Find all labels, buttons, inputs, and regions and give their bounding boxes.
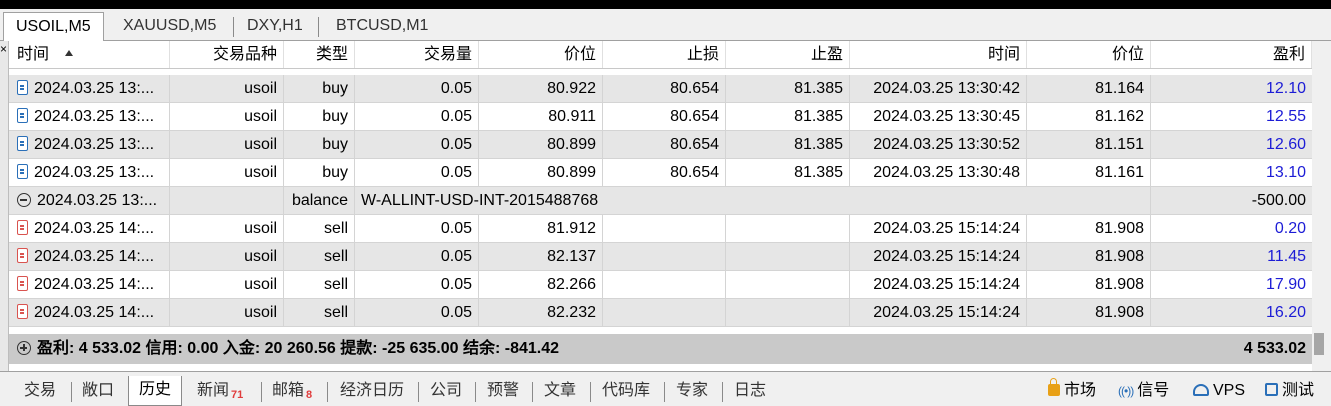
buy-deal-icon	[17, 108, 28, 123]
sell-deal-icon	[17, 304, 28, 319]
market-icon	[1048, 378, 1060, 396]
close-icon[interactable]: ×	[0, 43, 7, 55]
col-header-open-time[interactable]: 时间	[9, 41, 170, 68]
news-count-badge: 71	[231, 389, 244, 401]
tab-trade[interactable]: 交易	[24, 378, 56, 404]
table-row[interactable]: 2024.03.25 13:... usoil buy 0.05 80.911 …	[9, 103, 1312, 131]
balance-icon	[17, 193, 31, 207]
buy-deal-icon	[17, 80, 28, 95]
tab-alerts[interactable]: 预警	[487, 378, 519, 404]
table-row[interactable]: 2024.03.25 13:... usoil buy 0.05 80.899 …	[9, 159, 1312, 187]
vps-icon	[1193, 384, 1209, 396]
col-header-close-price[interactable]: 价位	[1027, 41, 1151, 68]
sell-deal-icon	[17, 276, 28, 291]
tab-history[interactable]: 历史	[128, 376, 183, 406]
chart-tab-usoil[interactable]: USOIL,M5	[3, 12, 104, 42]
signals-button[interactable]: ((•)) 信号	[1118, 378, 1169, 404]
tab-journal[interactable]: 日志	[734, 378, 766, 404]
balance-row[interactable]: 2024.03.25 13:... balance W-ALLINT-USD-I…	[9, 187, 1312, 215]
tab-economic-calendar[interactable]: 经济日历	[340, 378, 404, 404]
col-header-profit[interactable]: 盈利	[1151, 41, 1312, 68]
tab-experts[interactable]: 专家	[676, 378, 708, 404]
buy-deal-icon	[17, 136, 28, 151]
market-button[interactable]: 市场	[1048, 378, 1096, 404]
col-header-tp[interactable]: 止盈	[726, 41, 850, 68]
table-row[interactable]: 2024.03.25 14:... usoil sell 0.05 82.266…	[9, 271, 1312, 299]
col-header-symbol[interactable]: 交易品种	[170, 41, 284, 68]
sell-deal-icon	[17, 220, 28, 235]
tab-divider	[233, 17, 234, 37]
col-header-price[interactable]: 价位	[479, 41, 603, 68]
tester-button[interactable]: 测试	[1265, 378, 1314, 404]
tab-articles[interactable]: 文章	[544, 378, 576, 404]
tab-exposure[interactable]: 敞口	[82, 378, 114, 404]
mailbox-count-badge: 8	[306, 389, 313, 401]
sort-ascending-icon	[65, 50, 74, 56]
vps-button[interactable]: VPS	[1193, 378, 1245, 404]
top-bar	[0, 0, 1331, 9]
signal-icon: ((•))	[1118, 384, 1134, 398]
chart-tab-xauusd[interactable]: XAUUSD,M5	[111, 12, 228, 42]
col-header-type[interactable]: 类型	[284, 41, 355, 68]
summary-row[interactable]: 盈利: 4 533.02 信用: 0.00 入金: 20 260.56 提款: …	[9, 334, 1312, 364]
col-header-close-time[interactable]: 时间	[850, 41, 1027, 68]
tab-news[interactable]: 新闻 71	[197, 378, 243, 404]
summary-text: 盈利: 4 533.02 信用: 0.00 入金: 20 260.56 提款: …	[37, 340, 560, 357]
buy-deal-icon	[17, 164, 28, 179]
col-header-volume[interactable]: 交易量	[355, 41, 479, 68]
expand-icon[interactable]	[17, 341, 31, 355]
chart-tab-btcusd[interactable]: BTCUSD,M1	[324, 12, 440, 42]
table-row[interactable]: 2024.03.25 14:... usoil sell 0.05 81.912…	[9, 215, 1312, 243]
sell-deal-icon	[17, 248, 28, 263]
toolbox-tabs: 交易 敞口 历史 新闻 71 邮箱 8 经济日历 公司 预警 文章 代码库 专家 日…	[0, 371, 1331, 406]
tab-company[interactable]: 公司	[430, 378, 462, 404]
tester-icon	[1265, 383, 1278, 396]
scrollbar-thumb[interactable]	[1314, 333, 1324, 355]
summary-total: 4 533.02	[1243, 340, 1306, 357]
col-header-sl[interactable]: 止损	[603, 41, 726, 68]
chart-tab-dxy[interactable]: DXY,H1	[235, 12, 315, 42]
tab-divider	[318, 17, 319, 37]
table-row[interactable]: 2024.03.25 13:... usoil buy 0.05 80.899 …	[9, 131, 1312, 159]
table-header: 时间 交易品种 类型 交易量 价位 止损 止盈 时间 价位 盈利	[9, 41, 1312, 69]
table-row[interactable]: 2024.03.25 13:... usoil buy 0.05 80.922 …	[9, 75, 1312, 103]
table-row[interactable]: 2024.03.25 14:... usoil sell 0.05 82.137…	[9, 243, 1312, 271]
history-table: 时间 交易品种 类型 交易量 价位 止损 止盈 时间 价位 盈利 2024.03…	[9, 41, 1312, 371]
tab-mailbox[interactable]: 邮箱 8	[272, 378, 312, 404]
chart-tabs: USOIL,M5 XAUUSD,M5 DXY,H1 BTCUSD,M1	[0, 9, 1331, 42]
vertical-scrollbar[interactable]	[1312, 41, 1331, 371]
toolbox-side-strip: ×	[0, 41, 9, 371]
tab-code-base[interactable]: 代码库	[602, 378, 650, 404]
table-row[interactable]: 2024.03.25 14:... usoil sell 0.05 82.232…	[9, 299, 1312, 327]
